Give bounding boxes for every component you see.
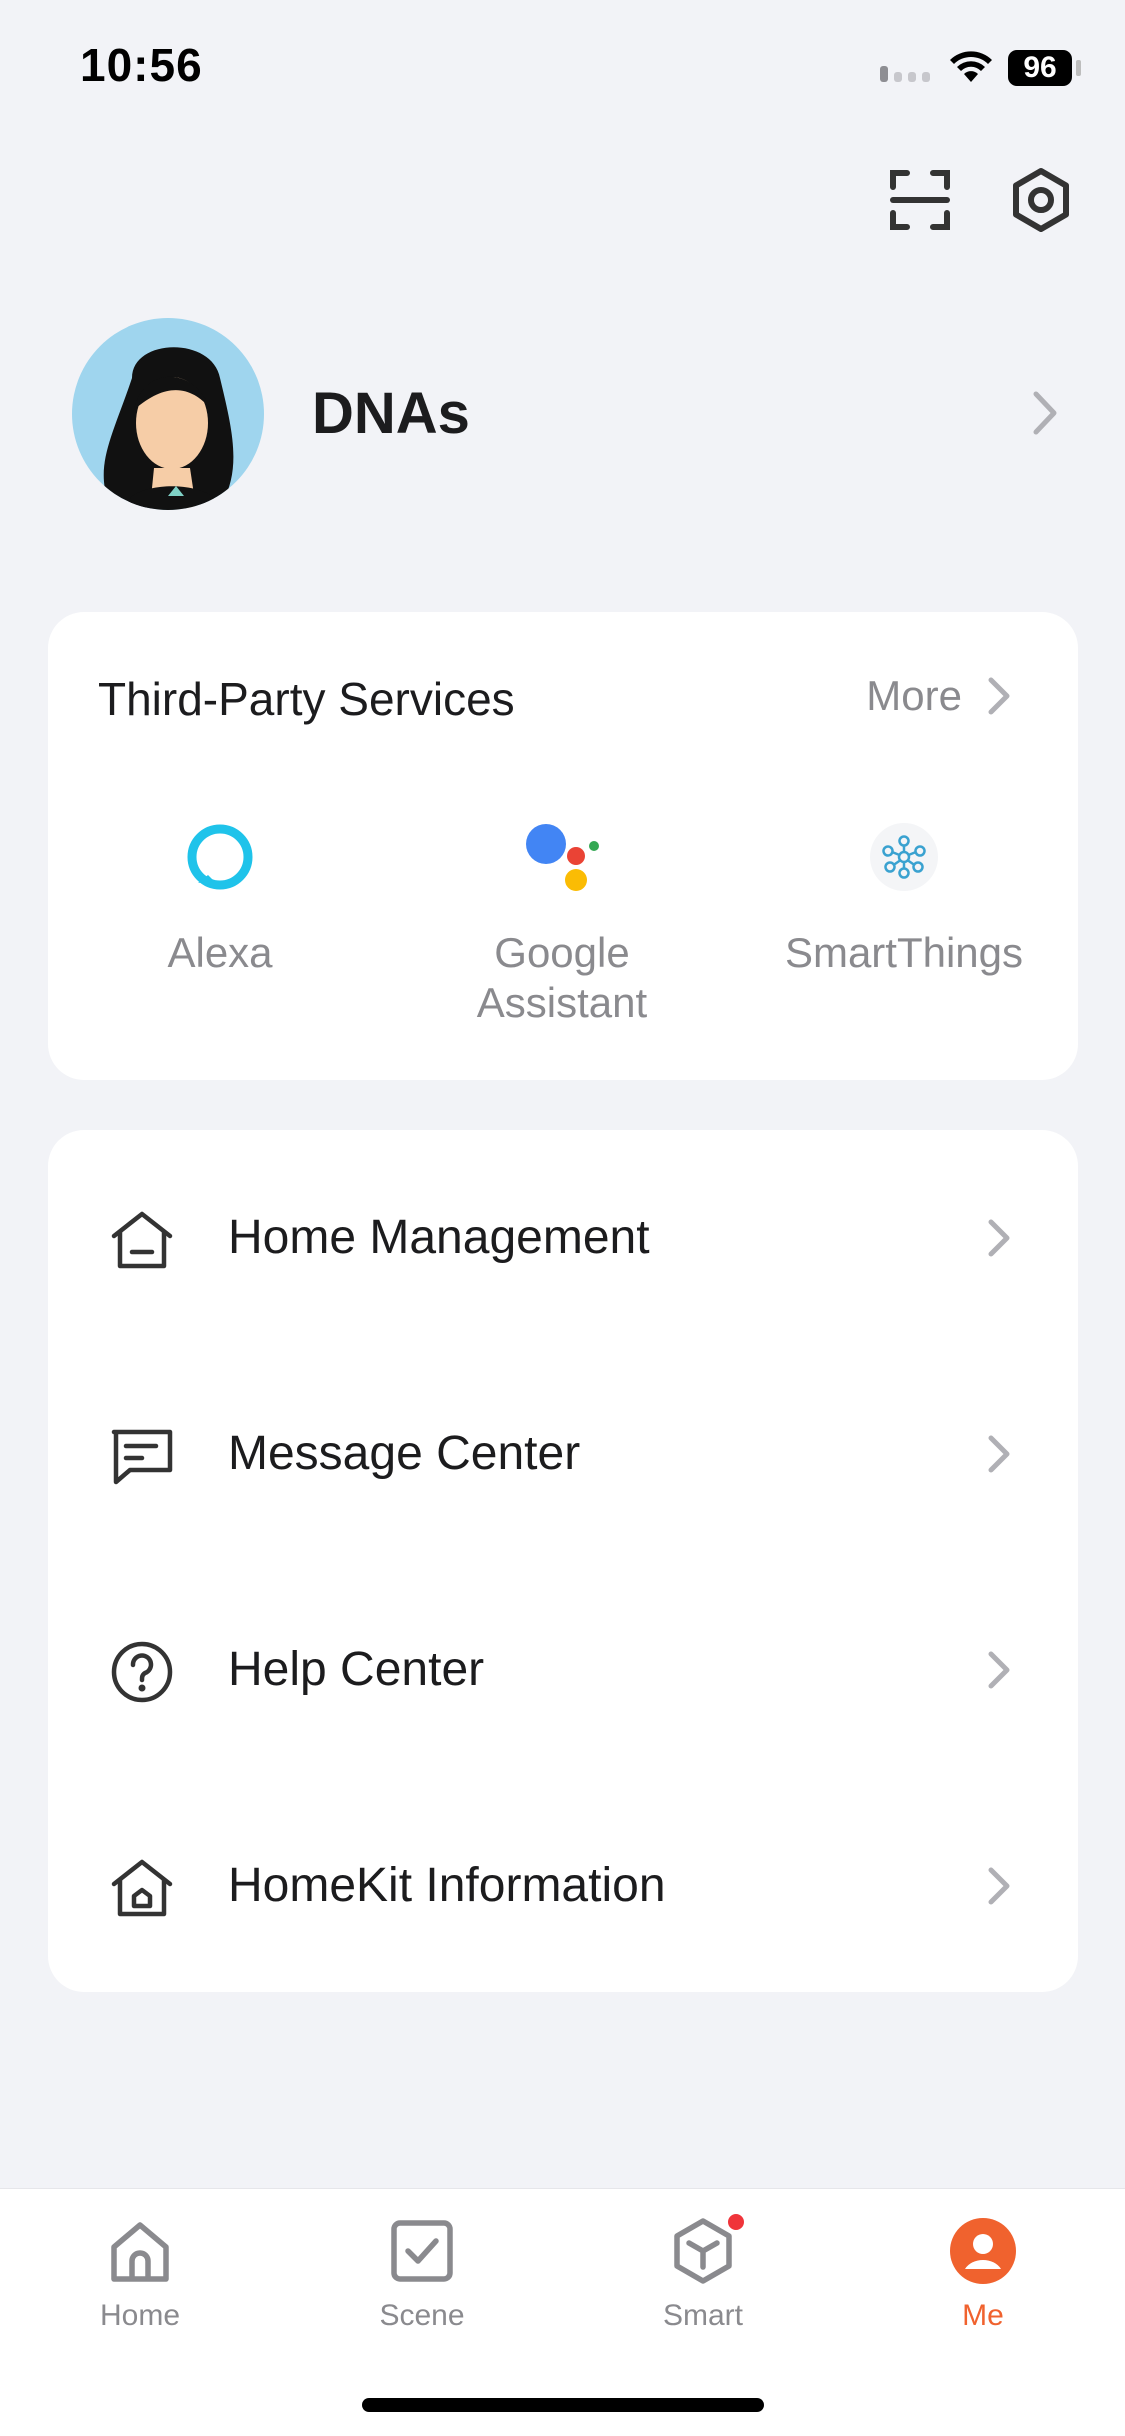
service-alexa[interactable]: Alexa (50, 822, 390, 978)
tab-label-me: Me (962, 2299, 1004, 2332)
alexa-icon (187, 824, 253, 890)
menu-label-help-center: Help Center (228, 1643, 485, 1696)
menu-item-homekit-information[interactable]: HomeKit Information (48, 1778, 1078, 1994)
me-tab-icon (950, 2218, 1016, 2284)
tab-me[interactable]: Me (883, 2211, 1083, 2333)
chevron-right-icon (1033, 391, 1057, 435)
tab-home[interactable]: Home (40, 2211, 240, 2333)
chevron-right-icon (988, 1435, 1010, 1473)
status-time: 10:56 (80, 39, 203, 91)
tab-label-scene: Scene (379, 2299, 465, 2332)
avatar (72, 318, 264, 510)
chevron-right-icon (988, 677, 1010, 715)
wifi-icon (950, 51, 992, 82)
battery-icon: 96 (1008, 50, 1072, 86)
home-indicator[interactable] (362, 2398, 764, 2412)
scene-tab-icon (391, 2220, 453, 2282)
home-tab-icon (111, 2222, 169, 2282)
scan-icon[interactable] (885, 165, 955, 235)
tab-smart[interactable]: Smart (603, 2211, 803, 2333)
third-party-services-card: Third-Party Services More Alexa Google A… (48, 612, 1078, 1080)
menu-item-home-management[interactable]: Home Management (48, 1130, 1078, 1346)
help-icon (111, 1641, 173, 1703)
chevron-right-icon (988, 1219, 1010, 1257)
tab-label-home: Home (99, 2299, 181, 2332)
profile-name: DNAs (312, 381, 470, 446)
service-google-assistant[interactable]: Google Assistant (392, 822, 732, 1028)
status-bar: 10:56 96 (0, 0, 1125, 140)
third-party-services-title: Third-Party Services (98, 673, 515, 725)
menu-label-homekit-information: HomeKit Information (228, 1859, 666, 1912)
menu-item-message-center[interactable]: Message Center (48, 1346, 1078, 1562)
settings-gear-icon[interactable] (1006, 165, 1076, 235)
profile-row[interactable]: DNAs (72, 318, 1062, 510)
home-management-icon (111, 1211, 173, 1269)
chevron-right-icon (988, 1651, 1010, 1689)
service-smartthings[interactable]: SmartThings (734, 822, 1074, 978)
menu-label-home-management: Home Management (228, 1211, 650, 1264)
smartthings-icon (870, 823, 938, 891)
notification-badge (725, 2211, 747, 2233)
message-icon (111, 1429, 173, 1485)
cellular-signal-icon (880, 66, 930, 82)
service-label-smartthings: SmartThings (784, 929, 1024, 976)
more-button[interactable]: More (866, 672, 1014, 720)
tab-label-smart: Smart (662, 2299, 743, 2332)
battery-cap (1076, 60, 1081, 76)
menu-item-help-center[interactable]: Help Center (48, 1562, 1078, 1778)
tab-scene[interactable]: Scene (322, 2211, 522, 2333)
chevron-right-icon (988, 1867, 1010, 1905)
more-label: More (866, 672, 962, 719)
service-label-alexa: Alexa (167, 929, 273, 976)
homekit-icon (111, 1859, 173, 1917)
service-label-google-assistant: Google Assistant (476, 929, 648, 1026)
menu-label-message-center: Message Center (228, 1427, 581, 1480)
avatar-illustration-icon (72, 318, 264, 510)
settings-menu-card: Home Management Message Center Help Cent… (48, 1130, 1078, 1992)
google-assistant-icon (526, 824, 599, 891)
